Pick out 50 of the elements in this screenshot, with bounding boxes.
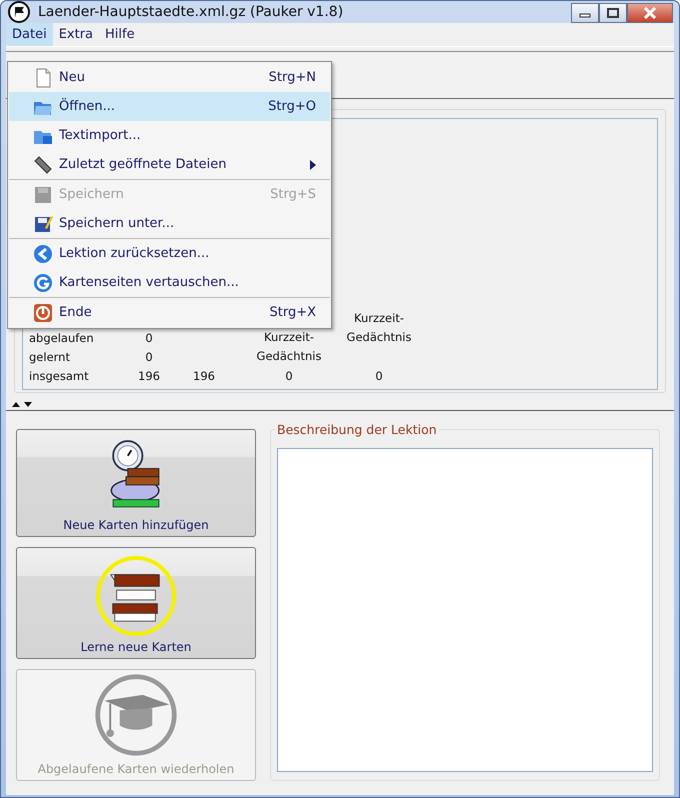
action-button[interactable]: Neue Karten hinzufügen [16, 429, 256, 537]
menu-item[interactable]: Speichern unter... [9, 209, 330, 238]
menu-item[interactable]: Lektion zurücksetzen... [9, 239, 330, 268]
up-arrow-icon [12, 402, 20, 407]
menu-item-label: Speichern [59, 187, 125, 202]
menu-item-label: Zuletzt geöffnete Dateien [59, 157, 228, 172]
table-cell-text: 196 [137, 368, 161, 382]
submenu-arrow-icon [310, 160, 316, 170]
group-title: Beschreibung der Lektion [275, 422, 439, 437]
row-label: gelernt [29, 350, 71, 364]
table-cell-text: 196 [192, 368, 216, 382]
menu-item[interactable]: Textimport... [9, 121, 330, 150]
close-icon [643, 7, 657, 19]
shortcut-label: Strg+O [268, 99, 316, 114]
menu-item-label: Neu [59, 70, 86, 85]
table-cell-text: 0 [374, 368, 384, 382]
menu-item[interactable]: Hilfe [99, 23, 141, 46]
maximize-icon [607, 8, 619, 18]
power-icon [33, 302, 53, 322]
shortcut-label: Strg+X [269, 305, 316, 320]
down-arrow-icon [24, 402, 32, 407]
column-header: Kurzzeit- Gedächtnis [256, 329, 322, 365]
menu-item-label: Speichern unter... [59, 216, 176, 231]
menu-item-label: Kartenseiten vertauschen... [59, 275, 240, 290]
table-cell-text: 0 [144, 330, 154, 344]
menu-item[interactable]: Datei [6, 23, 53, 46]
menu-item[interactable]: Kartenseiten vertauschen... [9, 268, 330, 297]
menu-item[interactable]: Öffnen... Strg+O [9, 92, 330, 121]
minimize-button[interactable] [571, 3, 599, 23]
menu-item-label: Ende [59, 305, 93, 320]
column-header: Kurzzeit- Gedächtnis [346, 310, 412, 346]
row-label: abgelaufen [29, 330, 95, 344]
action-button[interactable]: Lerne neue Karten [16, 547, 256, 659]
menu-item-label: Lektion zurücksetzen... [59, 246, 210, 261]
flag-icon [8, 1, 30, 23]
menu-item[interactable]: Zuletzt geöffnete Dateien [9, 150, 330, 179]
disk-pencil-icon [33, 214, 53, 234]
menu-item[interactable]: Extra [52, 23, 100, 46]
table-cell-text: 0 [144, 350, 154, 364]
menu-item-label: Öffnen... [59, 99, 116, 114]
row-label: insgesamt [29, 368, 90, 382]
menu-item[interactable]: Ende Strg+X [9, 298, 330, 327]
window-title: Laender-Hauptstaedte.xml.gz (Pauker v1.8) [38, 4, 344, 20]
table-cell-text: 0 [284, 368, 294, 382]
shortcut-label: Strg+N [268, 70, 316, 85]
menu-item[interactable]: Neu Strg+N [9, 63, 330, 92]
close-button[interactable] [627, 3, 673, 23]
menu-item-label: Textimport... [59, 128, 142, 143]
shortcut-label: Strg+S [270, 187, 316, 202]
maximize-button[interactable] [599, 3, 627, 23]
